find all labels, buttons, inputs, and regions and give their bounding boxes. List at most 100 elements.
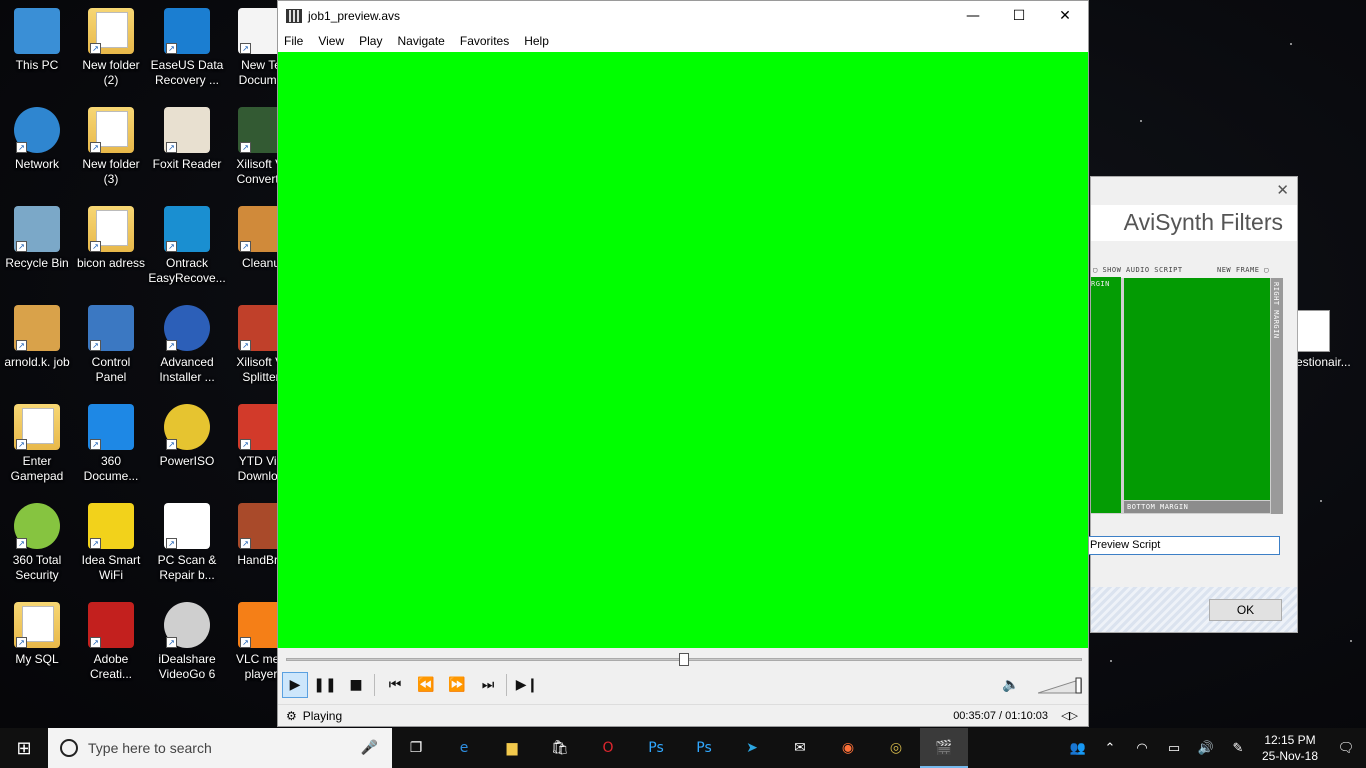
title-bar[interactable]: job1_preview.avs — ☐ ✕ <box>278 1 1088 31</box>
microphone-icon[interactable]: 🎤 <box>361 740 378 756</box>
app-icon: ↗ <box>164 602 210 648</box>
desktop-icon[interactable]: ↗ Ontrack EasyRecove... <box>148 198 226 290</box>
task-view-icon[interactable]: ❐ <box>392 728 440 768</box>
desktop-icon[interactable]: ↗ iDealshare VideoGo 6 <box>150 594 224 686</box>
volume-slider[interactable] <box>1038 676 1082 694</box>
close-button[interactable]: ✕ <box>1042 1 1088 31</box>
photoshop-icon[interactable]: Ps <box>632 728 680 768</box>
desktop-icon-label: iDealshare VideoGo 6 <box>158 652 216 681</box>
star <box>1140 120 1142 122</box>
script-select[interactable]: Preview Script <box>1087 536 1280 555</box>
shortcut-arrow-icon: ↗ <box>166 43 177 54</box>
app-icon: ↗ <box>88 8 134 54</box>
disc-icon[interactable]: ◎ <box>872 728 920 768</box>
speaker-icon[interactable]: 🔊 <box>1190 741 1222 756</box>
time-display: 00:35:07 / 01:10:03 <box>953 709 1048 722</box>
document-icon[interactable] <box>1296 310 1330 352</box>
separator <box>374 674 375 696</box>
app-icon: ↗ <box>164 107 210 153</box>
search-box[interactable]: Type here to search 🎤 <box>48 728 392 768</box>
menu-favorites[interactable]: Favorites <box>460 34 509 48</box>
media-player-icon[interactable]: 🎬 <box>920 728 968 768</box>
minimize-button[interactable]: — <box>950 1 996 31</box>
shortcut-arrow-icon: ↗ <box>166 142 177 153</box>
desktop-icon[interactable]: ↗ Idea Smart WiFi <box>74 495 148 587</box>
ok-button[interactable]: OK <box>1209 599 1282 621</box>
desktop-icon-label: Advanced Installer ... <box>159 355 215 384</box>
show-audio-script-checkbox[interactable]: ▢ SHOW AUDIO SCRIPT <box>1093 266 1183 274</box>
desktop-icon[interactable]: ↗ Adobe Creati... <box>74 594 148 686</box>
people-icon[interactable]: 👥 <box>1062 741 1094 756</box>
seek-thumb[interactable] <box>679 653 689 666</box>
shortcut-arrow-icon: ↗ <box>240 142 251 153</box>
app-icon: ↗ <box>164 8 210 54</box>
battery-icon[interactable]: ▭ <box>1158 741 1190 756</box>
desktop-icon[interactable]: This PC <box>0 0 74 92</box>
opera-icon[interactable]: O <box>584 728 632 768</box>
search-placeholder: Type here to search <box>88 740 212 756</box>
shortcut-arrow-icon: ↗ <box>16 142 27 153</box>
desktop-icon[interactable]: ↗ My SQL <box>0 594 74 686</box>
menu-help[interactable]: Help <box>524 34 549 48</box>
telegram-icon[interactable]: ➤ <box>728 728 776 768</box>
shortcut-arrow-icon: ↗ <box>240 637 251 648</box>
shortcut-arrow-icon: ↗ <box>90 142 101 153</box>
desktop-icon[interactable]: ↗ New folder (3) <box>74 99 148 191</box>
desktop-icon-label: This PC <box>15 58 59 72</box>
desktop-icon[interactable]: ↗ Network <box>0 99 74 191</box>
shortcut-arrow-icon: ↗ <box>16 637 27 648</box>
chevron-up-icon[interactable]: ⌃ <box>1094 741 1126 756</box>
fast-forward-icon[interactable]: ⏩ <box>444 672 470 698</box>
video-display[interactable] <box>278 52 1088 648</box>
app-icon: ↗ <box>14 503 60 549</box>
shortcut-arrow-icon: ↗ <box>240 538 251 549</box>
start-button[interactable]: ⊞ <box>0 728 48 768</box>
menu-view[interactable]: View <box>318 34 344 48</box>
skip-forward-icon[interactable]: ⏭ <box>475 672 501 698</box>
photoshop-cs-icon[interactable]: Ps <box>680 728 728 768</box>
desktop-icon[interactable]: ↗ PC Scan & Repair b... <box>150 495 224 587</box>
desktop-icon-label: Idea Smart WiFi <box>81 553 141 582</box>
skip-back-icon[interactable]: ⏮ <box>382 672 408 698</box>
clock[interactable]: 12:15 PM 25-Nov-18 <box>1254 732 1326 764</box>
desktop-icon[interactable]: ↗ EaseUS Data Recovery ... <box>150 0 224 92</box>
desktop-icon[interactable]: ↗ Advanced Installer ... <box>150 297 224 389</box>
desktop-icon[interactable]: ↗ Control Panel <box>74 297 148 389</box>
menu-file[interactable]: File <box>284 34 303 48</box>
firefox-icon[interactable]: ◉ <box>824 728 872 768</box>
edge-icon[interactable]: e <box>440 728 488 768</box>
star <box>1290 43 1292 45</box>
desktop-icon[interactable]: ↗ New folder (2) <box>74 0 148 92</box>
desktop-icon[interactable]: ↗ Foxit Reader <box>150 99 224 191</box>
desktop-icon[interactable]: ↗ 360 Total Security <box>0 495 74 587</box>
desktop-icon-label: Foxit Reader <box>152 157 222 171</box>
desktop-icon[interactable]: ↗ PowerISO <box>150 396 224 488</box>
stop-button[interactable]: ■ <box>343 672 369 698</box>
menu-navigate[interactable]: Navigate <box>397 34 444 48</box>
desktop-icon-label: estionair... <box>1296 355 1351 369</box>
desktop-icon[interactable]: ↗ Enter Gamepad <box>0 396 74 488</box>
desktop-icon[interactable]: ↗ bicon adress <box>74 198 148 290</box>
shortcut-arrow-icon: ↗ <box>90 340 101 351</box>
mail-icon[interactable]: ✉ <box>776 728 824 768</box>
app-icon: ↗ <box>88 404 134 450</box>
menu-play[interactable]: Play <box>359 34 382 48</box>
audio-channel-icon: ◁▷ <box>1061 709 1078 722</box>
desktop-icon[interactable]: ↗ arnold.k. job <box>0 297 74 389</box>
rewind-icon[interactable]: ⏪ <box>413 672 439 698</box>
store-icon[interactable]: 🛍 <box>536 728 584 768</box>
pen-icon[interactable]: ✎ <box>1222 741 1254 756</box>
desktop-icon[interactable]: ↗ 360 Docume... <box>74 396 148 488</box>
play-button[interactable]: ▶ <box>282 672 308 698</box>
desktop-icon[interactable]: ↗ Recycle Bin <box>0 198 74 290</box>
shortcut-arrow-icon: ↗ <box>240 439 251 450</box>
new-frame-checkbox[interactable]: NEW FRAME ▢ <box>1217 266 1269 274</box>
notification-icon[interactable]: 🗨 <box>1326 741 1366 756</box>
file-explorer-icon[interactable]: ▆ <box>488 728 536 768</box>
wifi-icon[interactable]: ◠ <box>1126 741 1158 756</box>
volume-icon[interactable]: 🔈 <box>998 672 1024 698</box>
frame-step-icon[interactable]: ▶❙ <box>514 672 540 698</box>
close-icon[interactable]: ✕ <box>1276 181 1289 199</box>
maximize-button[interactable]: ☐ <box>996 1 1042 31</box>
pause-button[interactable]: ❚❚ <box>312 672 338 698</box>
